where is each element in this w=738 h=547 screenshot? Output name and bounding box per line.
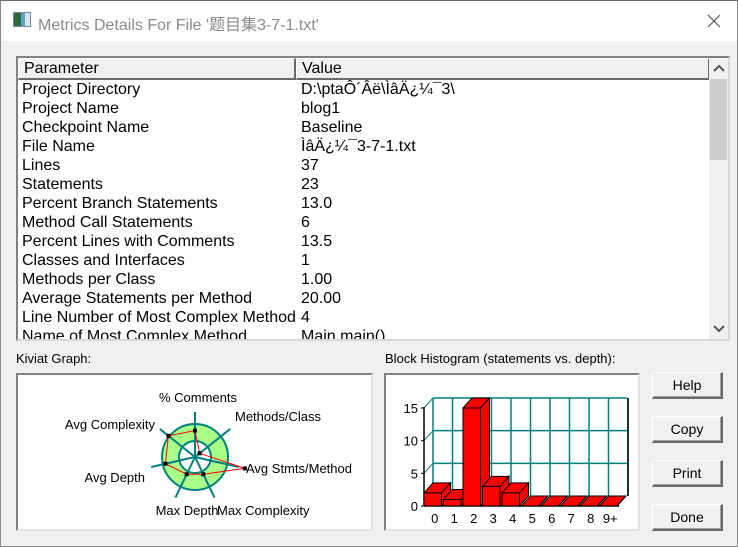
value-cell: D:\ptaÔ´Âë\ÌâÄ¿¼¯3\ <box>301 81 455 98</box>
kiviat-axis-label: % Comments <box>159 390 238 405</box>
kiviat-label: Kiviat Graph: <box>16 351 92 366</box>
parameter-cell: Name of Most Complex Method <box>22 328 247 341</box>
parameter-cell: Project Directory <box>22 81 141 98</box>
parameter-cell: Lines <box>22 157 61 174</box>
close-icon <box>707 14 721 28</box>
scroll-down-button[interactable] <box>709 319 728 339</box>
table-row[interactable]: Checkpoint Name Baseline <box>18 118 710 137</box>
list-rows: Project Directory D:\ptaÔ´Âë\ÌâÄ¿¼¯3\ Proj… <box>18 80 710 341</box>
vertical-scrollbar[interactable] <box>709 58 728 339</box>
x-tick-label: 3 <box>490 511 497 526</box>
value-cell: blog1 <box>301 100 341 117</box>
kiviat-axis-label: Max Depth <box>156 503 219 518</box>
value-cell: 1.00 <box>301 271 333 288</box>
x-tick-label: 6 <box>548 511 555 526</box>
table-row[interactable]: Statements 23 <box>18 175 710 194</box>
block-histogram-panel: 0 5 10 15 0 1 2 3 4 5 6 7 8 9+ <box>384 373 640 531</box>
table-row[interactable]: Project Name blog1 <box>18 99 710 118</box>
parameter-cell: Classes and Interfaces <box>22 252 185 269</box>
parameter-cell: File Name <box>22 138 95 155</box>
parameter-cell: Checkpoint Name <box>22 119 150 136</box>
value-cell: Main.main() <box>301 328 386 341</box>
done-button[interactable]: Done <box>652 504 723 531</box>
table-row[interactable]: Average Statements per Method 20.00 <box>18 289 710 308</box>
table-row[interactable]: Project Directory D:\ptaÔ´Âë\ÌâÄ¿¼¯3\ <box>18 80 710 99</box>
parameter-cell: Line Number of Most Complex Method <box>22 309 296 326</box>
table-row[interactable]: Method Call Statements 6 <box>18 213 710 232</box>
kiviat-axis-label: Methods/Class <box>235 409 321 424</box>
parameter-cell: Project Name <box>22 100 119 117</box>
column-header-parameter[interactable]: Parameter <box>18 58 296 80</box>
x-tick-label: 7 <box>568 511 575 526</box>
parameter-cell: Statements <box>22 176 103 193</box>
value-cell: 37 <box>301 157 319 174</box>
value-cell: 4 <box>301 309 310 326</box>
scroll-up-button[interactable] <box>709 58 728 78</box>
scroll-thumb[interactable] <box>710 79 727 160</box>
kiviat-value-point <box>166 433 171 438</box>
parameter-cell: Percent Branch Statements <box>22 195 218 212</box>
list-header: Parameter Value <box>18 58 710 80</box>
grid-line-diagonal <box>423 397 434 409</box>
help-button[interactable]: Help <box>652 372 723 399</box>
value-cell: 13.5 <box>301 233 333 250</box>
kiviat-axis-label: Avg Complexity <box>65 417 156 432</box>
y-tick-label: 15 <box>404 401 418 416</box>
value-cell: Baseline <box>301 119 363 136</box>
kiviat-graph: % Comments Methods/Class Avg Stmts/Method M… <box>65 390 352 518</box>
metrics-details-dialog: Metrics Details For File '题目集3-7-1.txt' … <box>0 0 738 547</box>
x-tick-label: 9+ <box>603 511 618 526</box>
kiviat-graph-panel: % Comments Methods/Class Avg Stmts/Method M… <box>16 373 373 531</box>
histogram-label: Block Histogram (statements vs. depth): <box>385 351 616 366</box>
table-row[interactable]: Name of Most Complex Method Main.main() <box>18 327 710 341</box>
kiviat-value-point <box>201 472 206 477</box>
value-cell: 1 <box>301 252 310 269</box>
y-tick-label: 0 <box>411 499 418 514</box>
chevron-up-icon <box>712 64 725 72</box>
value-cell: 13.0 <box>301 195 333 212</box>
parameter-cell: Methods per Class <box>22 271 156 288</box>
kiviat-value-point <box>184 472 189 477</box>
copy-button[interactable]: Copy <box>652 416 723 443</box>
x-tick-label: 5 <box>529 511 536 526</box>
table-row[interactable]: Line Number of Most Complex Method 4 <box>18 308 710 327</box>
column-header-value[interactable]: Value <box>296 58 710 80</box>
metrics-list[interactable]: Parameter Value Project Directory D:\ptaÔ… <box>16 56 730 341</box>
x-tick-label: 8 <box>587 511 594 526</box>
chevron-down-icon <box>712 325 725 333</box>
grid-line-diagonal <box>423 462 434 474</box>
close-button[interactable] <box>701 9 727 33</box>
kiviat-value-point <box>193 428 197 433</box>
x-tick-label: 2 <box>470 511 477 526</box>
value-cell: 23 <box>301 176 319 193</box>
grid-line-diagonal <box>423 430 434 442</box>
title-bar: Metrics Details For File '题目集3-7-1.txt' <box>1 1 737 41</box>
value-cell: 6 <box>301 214 310 231</box>
table-row[interactable]: Lines 37 <box>18 156 710 175</box>
value-cell: ÌâÄ¿¼¯3-7-1.txt <box>301 138 416 155</box>
table-row[interactable]: Classes and Interfaces 1 <box>18 251 710 270</box>
parameter-cell: Percent Lines with Comments <box>22 233 235 250</box>
y-tick-label: 10 <box>404 434 418 449</box>
x-tick-label: 4 <box>509 511 516 526</box>
block-histogram: 0510150 1 2 3 4 5 6 7 8 9+ <box>404 396 629 526</box>
x-tick-label: 1 <box>451 511 458 526</box>
kiviat-axis-label: Max Complexity <box>217 503 310 518</box>
y-tick-label: 5 <box>411 466 418 481</box>
kiviat-axis-label: Avg Depth <box>85 470 145 485</box>
x-tick-label: 0 <box>431 511 438 526</box>
kiviat-value-point <box>163 461 168 466</box>
app-icon <box>13 12 31 27</box>
print-button[interactable]: Print <box>652 460 723 487</box>
kiviat-value-point <box>197 451 202 456</box>
table-row[interactable]: Methods per Class 1.00 <box>18 270 710 289</box>
table-row[interactable]: Percent Branch Statements 13.0 <box>18 194 710 213</box>
parameter-cell: Average Statements per Method <box>22 290 253 307</box>
table-row[interactable]: File Name ÌâÄ¿¼¯3-7-1.txt <box>18 137 710 156</box>
table-row[interactable]: Percent Lines with Comments 13.5 <box>18 232 710 251</box>
kiviat-axis-label: Avg Stmts/Method <box>246 461 352 476</box>
value-cell: 20.00 <box>301 290 342 307</box>
window-title: Metrics Details For File '题目集3-7-1.txt' <box>38 17 319 34</box>
parameter-cell: Method Call Statements <box>22 214 193 231</box>
